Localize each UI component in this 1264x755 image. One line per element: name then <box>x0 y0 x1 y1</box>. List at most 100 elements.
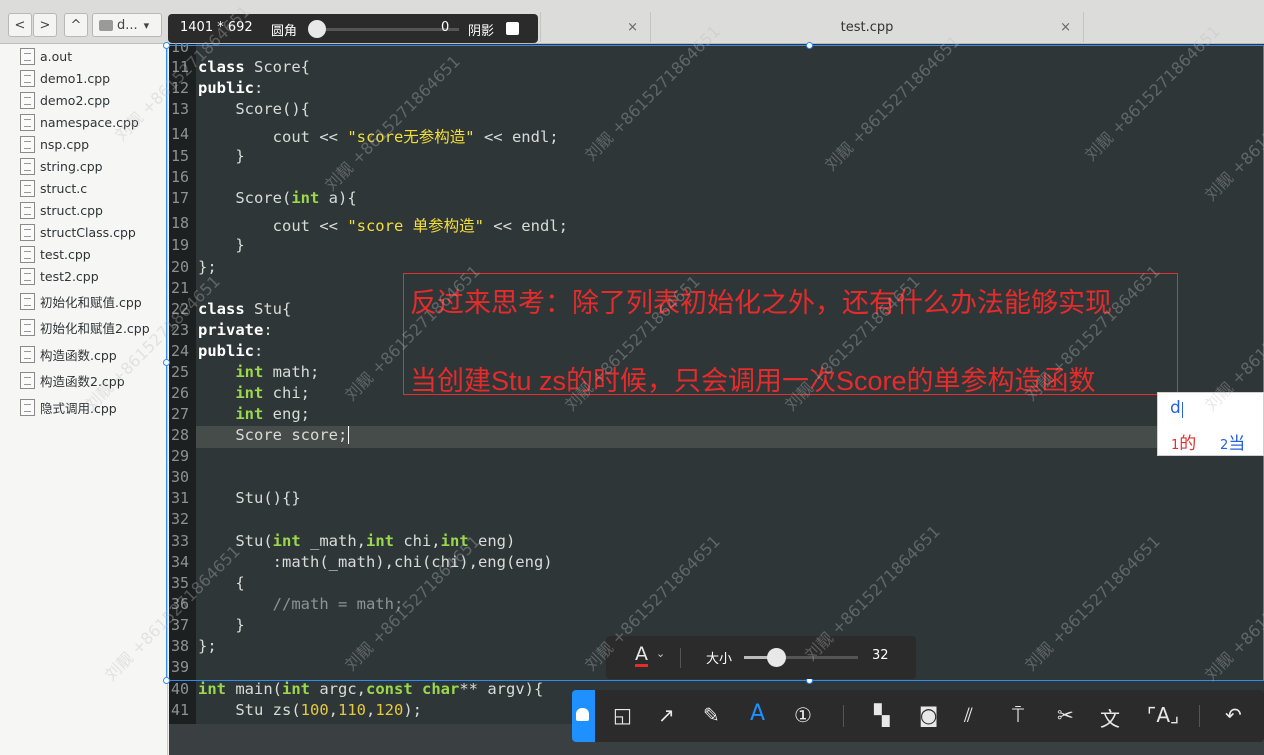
line-number: 40 <box>171 680 190 698</box>
line-number: 39 <box>171 658 190 676</box>
code-line: Score(){ <box>198 100 310 118</box>
line-number: 23 <box>171 321 190 339</box>
shape-tool-icon[interactable]: ◱ <box>613 703 632 727</box>
file-panel: a.out demo1.cpp demo2.cpp namespace.cpp … <box>0 44 168 755</box>
translate-icon[interactable]: 文 <box>1100 703 1120 732</box>
resize-handle[interactable] <box>806 42 813 49</box>
file-icon <box>20 245 35 263</box>
line-number: 36 <box>171 595 190 613</box>
file-item[interactable]: namespace.cpp <box>20 112 139 132</box>
forward-button[interactable]: > <box>33 13 57 37</box>
file-item[interactable]: struct.cpp <box>20 200 103 220</box>
file-name: demo2.cpp <box>40 92 111 108</box>
file-icon <box>20 69 35 87</box>
file-name: namespace.cpp <box>40 114 139 130</box>
bell-icon[interactable] <box>572 690 595 742</box>
ocr-icon[interactable]: ✂ <box>1057 703 1074 727</box>
file-item[interactable]: a.out <box>20 46 72 66</box>
divider <box>1199 705 1200 727</box>
line-number: 14 <box>171 125 190 143</box>
up-icon: ^ <box>70 17 82 33</box>
line-number: 41 <box>171 701 190 719</box>
file-item[interactable]: struct.c <box>20 178 87 198</box>
corner-radius-slider[interactable] <box>308 20 326 38</box>
number-tool-icon[interactable]: ① <box>794 703 812 727</box>
chevron-down-icon[interactable]: ⌄ <box>656 647 665 660</box>
file-icon <box>20 398 35 416</box>
file-name: a.out <box>40 48 73 64</box>
file-name: 隐式调用.cpp <box>40 400 117 416</box>
line-number: 20 <box>171 258 190 276</box>
code-line: { <box>198 574 245 592</box>
undo-icon[interactable]: ↶ <box>1225 703 1242 727</box>
file-item[interactable]: structClass.cpp <box>20 222 136 242</box>
file-item[interactable]: demo1.cpp <box>20 68 110 88</box>
up-button[interactable]: ^ <box>64 13 88 37</box>
ime-candidate-2[interactable]: 2当 <box>1220 429 1245 454</box>
code-line: int chi; <box>235 384 310 402</box>
file-item[interactable]: test2.cpp <box>20 266 99 286</box>
file-icon <box>20 345 35 363</box>
resize-handle[interactable] <box>163 42 170 49</box>
code-line: public: <box>198 342 264 360</box>
file-icon <box>20 223 35 241</box>
ime-candidate-1[interactable]: 1的 <box>1171 429 1196 454</box>
pin-icon[interactable]: ⍑ <box>1012 703 1024 727</box>
size-slider[interactable] <box>767 648 786 667</box>
file-item[interactable]: 初始化和赋值2.cpp <box>20 317 150 337</box>
resize-handle[interactable] <box>163 359 170 366</box>
size-value: 32 <box>872 648 889 663</box>
file-item[interactable]: 初始化和赋值.cpp <box>20 291 142 311</box>
file-item[interactable]: string.cpp <box>20 156 103 176</box>
back-icon: < <box>14 17 26 33</box>
code-line: cout << "score 单参构造" << endl; <box>198 217 568 235</box>
text-recognize-icon[interactable]: ⌜A⌟ <box>1147 703 1179 727</box>
line-number: 28 <box>171 426 190 444</box>
file-name: nsp.cpp <box>40 136 90 152</box>
folder-icon <box>99 19 113 31</box>
file-icon <box>20 292 35 310</box>
tab-untitled[interactable]: × <box>540 12 650 42</box>
text-color-picker[interactable]: A <box>635 644 648 667</box>
close-icon[interactable]: × <box>627 20 638 35</box>
mosaic-tool-icon[interactable]: ▚ <box>874 703 889 727</box>
line-number: 24 <box>171 342 190 360</box>
file-name: demo1.cpp <box>40 70 111 86</box>
file-item[interactable]: 隐式调用.cpp <box>20 397 117 417</box>
code-line: Score score; <box>198 426 350 444</box>
close-icon[interactable]: × <box>1060 20 1071 35</box>
annotation-line-1: 反过来思考：除了列表初始化之外，还有什么办法能够实现 <box>410 288 1112 318</box>
resize-handle[interactable] <box>163 677 170 684</box>
file-item[interactable]: test.cpp <box>20 244 91 264</box>
text-tool-icon[interactable]: A <box>750 701 765 726</box>
code-line: } <box>198 236 245 254</box>
blur-tool-icon[interactable]: ◙ <box>919 703 938 727</box>
file-item[interactable]: demo2.cpp <box>20 90 110 110</box>
line-number: 38 <box>171 637 190 655</box>
file-name: 构造函数2.cpp <box>40 373 125 389</box>
path-button[interactable]: d... ▾ <box>92 13 162 37</box>
eraser-tool-icon[interactable]: ⫽ <box>964 703 973 727</box>
current-line-highlight <box>196 426 1264 448</box>
line-number: 32 <box>171 510 190 528</box>
divider <box>843 705 844 727</box>
corner-radius-track[interactable] <box>309 28 459 31</box>
code-line: }; <box>198 637 217 655</box>
file-item[interactable]: 构造函数.cpp <box>20 344 117 364</box>
line-number: 34 <box>171 553 190 571</box>
code-line: public: <box>198 79 264 97</box>
file-item[interactable]: nsp.cpp <box>20 134 89 154</box>
text-annotation[interactable]: 反过来思考：除了列表初始化之外，还有什么办法能够实现 当创建Stu zs的时候，… <box>403 273 1178 396</box>
tab-test-cpp[interactable]: test.cpp × <box>650 12 1084 42</box>
pen-tool-icon[interactable]: ✎ <box>703 703 720 727</box>
chevron-down-icon: ▾ <box>143 18 150 32</box>
line-number: 11 <box>171 58 190 76</box>
shadow-checkbox[interactable] <box>506 22 519 35</box>
arrow-tool-icon[interactable]: ↗ <box>658 703 675 727</box>
line-number: 13 <box>171 100 190 118</box>
line-number: 35 <box>171 574 190 592</box>
back-button[interactable]: < <box>8 13 32 37</box>
file-item[interactable]: 构造函数2.cpp <box>20 370 125 390</box>
line-number: 21 <box>171 279 190 297</box>
line-number: 15 <box>171 147 190 165</box>
